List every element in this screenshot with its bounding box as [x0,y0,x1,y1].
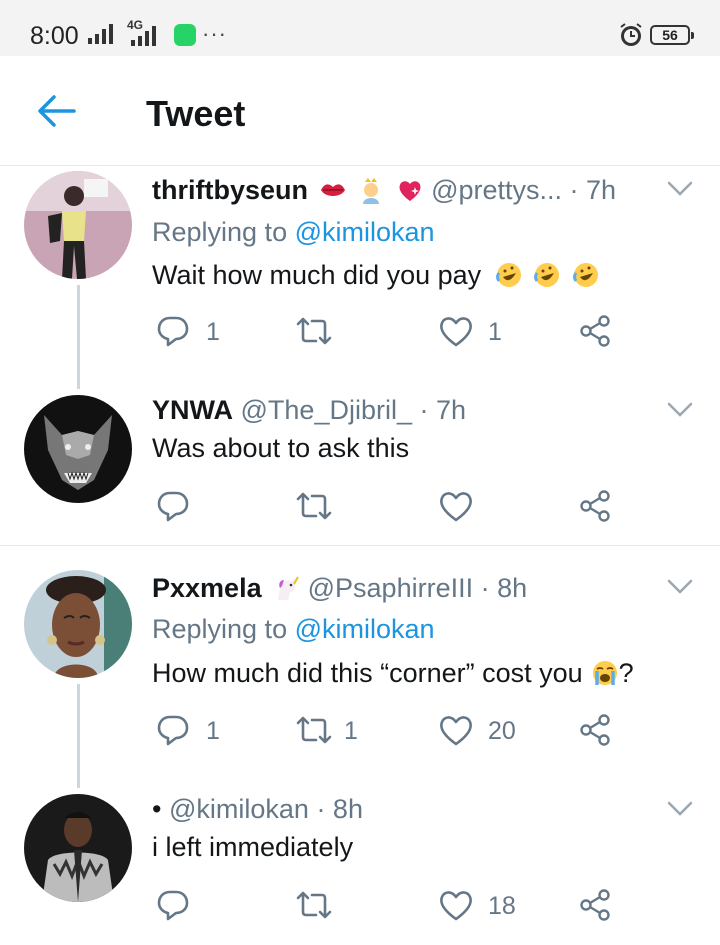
like-icon [440,716,472,746]
share-button[interactable] [578,487,618,527]
retweet-count: 1 [344,717,358,745]
retweet-button[interactable]: 1 [294,711,384,751]
like-count: 1 [488,318,502,346]
reply-button[interactable]: 1 [156,312,246,352]
reply-icon [157,316,189,347]
reply-button[interactable] [156,886,246,926]
like-icon [440,891,472,921]
tweet-pxxmela[interactable]: Pxxmela @PsaphirreIII · 8h Replying to @… [0,546,720,788]
retweet-button[interactable] [294,886,384,926]
timestamp: · 7h [419,395,467,425]
timestamp: · 8h [480,573,528,603]
display-name[interactable]: thriftbyseun [152,175,308,205]
rofl-emoji-icon [534,263,560,287]
thread-connector [77,684,80,788]
status-bar: 8:00 4G ··· 56 [0,0,720,56]
alarm-icon [620,23,642,46]
timestamp: · 8h [316,794,363,824]
thread-connector [77,285,80,389]
reply-icon [157,491,189,522]
share-icon [580,889,610,921]
like-icon [440,317,472,347]
tweet-text: Wait how much did you pay [152,260,600,291]
like-icon [440,492,472,522]
avatar[interactable] [24,794,132,902]
avatar[interactable] [24,395,132,503]
reply-button[interactable] [156,487,246,527]
retweet-icon [296,317,332,345]
tweet-header: • @kimilokan · 8h [152,794,363,825]
share-button[interactable] [578,711,618,751]
like-button[interactable]: 18 [438,886,528,926]
avatar[interactable] [24,171,132,279]
reply-icon [157,715,189,746]
mention-link[interactable]: @kimilokan [295,614,435,644]
rofl-emoji-icon [572,263,598,287]
chevron-down-icon[interactable] [666,578,694,596]
chevron-down-icon[interactable] [666,180,694,198]
signal-icon [88,24,113,44]
tweet-actions: 18 [152,886,672,926]
crying-face-emoji-icon [592,661,617,685]
tweet-actions: 1 1 20 [152,711,672,751]
reply-count: 1 [206,717,220,745]
more-notifications-icon: ··· [202,21,227,46]
tweet-thriftbyseun[interactable]: thriftbyseun @prettys... · 7h Replying t… [0,167,720,389]
rofl-emoji-icon [495,263,521,287]
app-notification-icon [174,24,196,46]
like-button[interactable] [438,487,528,527]
avatar[interactable] [24,570,132,678]
retweet-icon [296,891,332,919]
tweet-header: YNWA @The_Djibril_ · 7h [152,395,466,426]
tweet-ynwa[interactable]: YNWA @The_Djibril_ · 7h Was about to ask… [0,377,720,545]
retweet-icon [296,492,332,520]
share-icon [580,315,610,347]
share-button[interactable] [578,886,618,926]
timestamp: · 7h [569,175,617,205]
display-name[interactable]: YNWA [152,395,233,425]
sparkling-heart-emoji-icon [399,181,421,201]
display-name[interactable]: Pxxmela [152,573,262,603]
tweet-text: Was about to ask this [152,433,410,463]
share-icon [580,490,610,522]
replying-to: Replying to @kimilokan [152,614,435,644]
handle[interactable]: @kimilokan [169,794,309,824]
page-title: Tweet [146,93,246,134]
tweet-actions: 1 1 [152,312,672,352]
tweet-header: thriftbyseun @prettys... · 7h [152,175,616,206]
reply-count: 1 [206,318,220,346]
retweet-icon [296,716,332,744]
display-name[interactable]: • [152,794,161,824]
reply-icon [157,890,189,921]
tweet-text: i left immediately [152,832,354,862]
retweet-button[interactable] [294,312,384,352]
like-button[interactable]: 20 [438,711,528,751]
share-button[interactable] [578,312,618,352]
battery-icon: 56 [650,25,694,45]
reply-button[interactable]: 1 [156,711,246,751]
like-count: 18 [488,892,516,920]
unicorn-emoji-icon [278,576,299,600]
lips-emoji-icon [320,184,345,196]
like-count: 20 [488,717,516,745]
princess-emoji-icon [363,178,380,204]
status-time: 8:00 [30,22,79,50]
chevron-down-icon[interactable] [666,800,694,818]
tweet-actions [152,487,672,527]
tweet-kimilokan[interactable]: • @kimilokan · 8h i left immediately 18 [0,776,720,944]
handle[interactable]: @The_Djibril_ [241,395,412,425]
tweet-header: Pxxmela @PsaphirreIII · 8h [152,573,527,604]
top-app-bar: Tweet [0,56,720,166]
replying-to: Replying to @kimilokan [152,217,435,247]
like-button[interactable]: 1 [438,312,528,352]
back-arrow-icon[interactable] [36,94,76,128]
share-icon [580,714,610,746]
handle[interactable]: @PsaphirreIII [308,573,473,603]
chevron-down-icon[interactable] [666,401,694,419]
handle[interactable]: @prettys... [431,175,562,205]
mention-link[interactable]: @kimilokan [295,217,435,247]
tweet-text: How much did this “corner” cost you ? [152,658,634,688]
retweet-button[interactable] [294,487,384,527]
